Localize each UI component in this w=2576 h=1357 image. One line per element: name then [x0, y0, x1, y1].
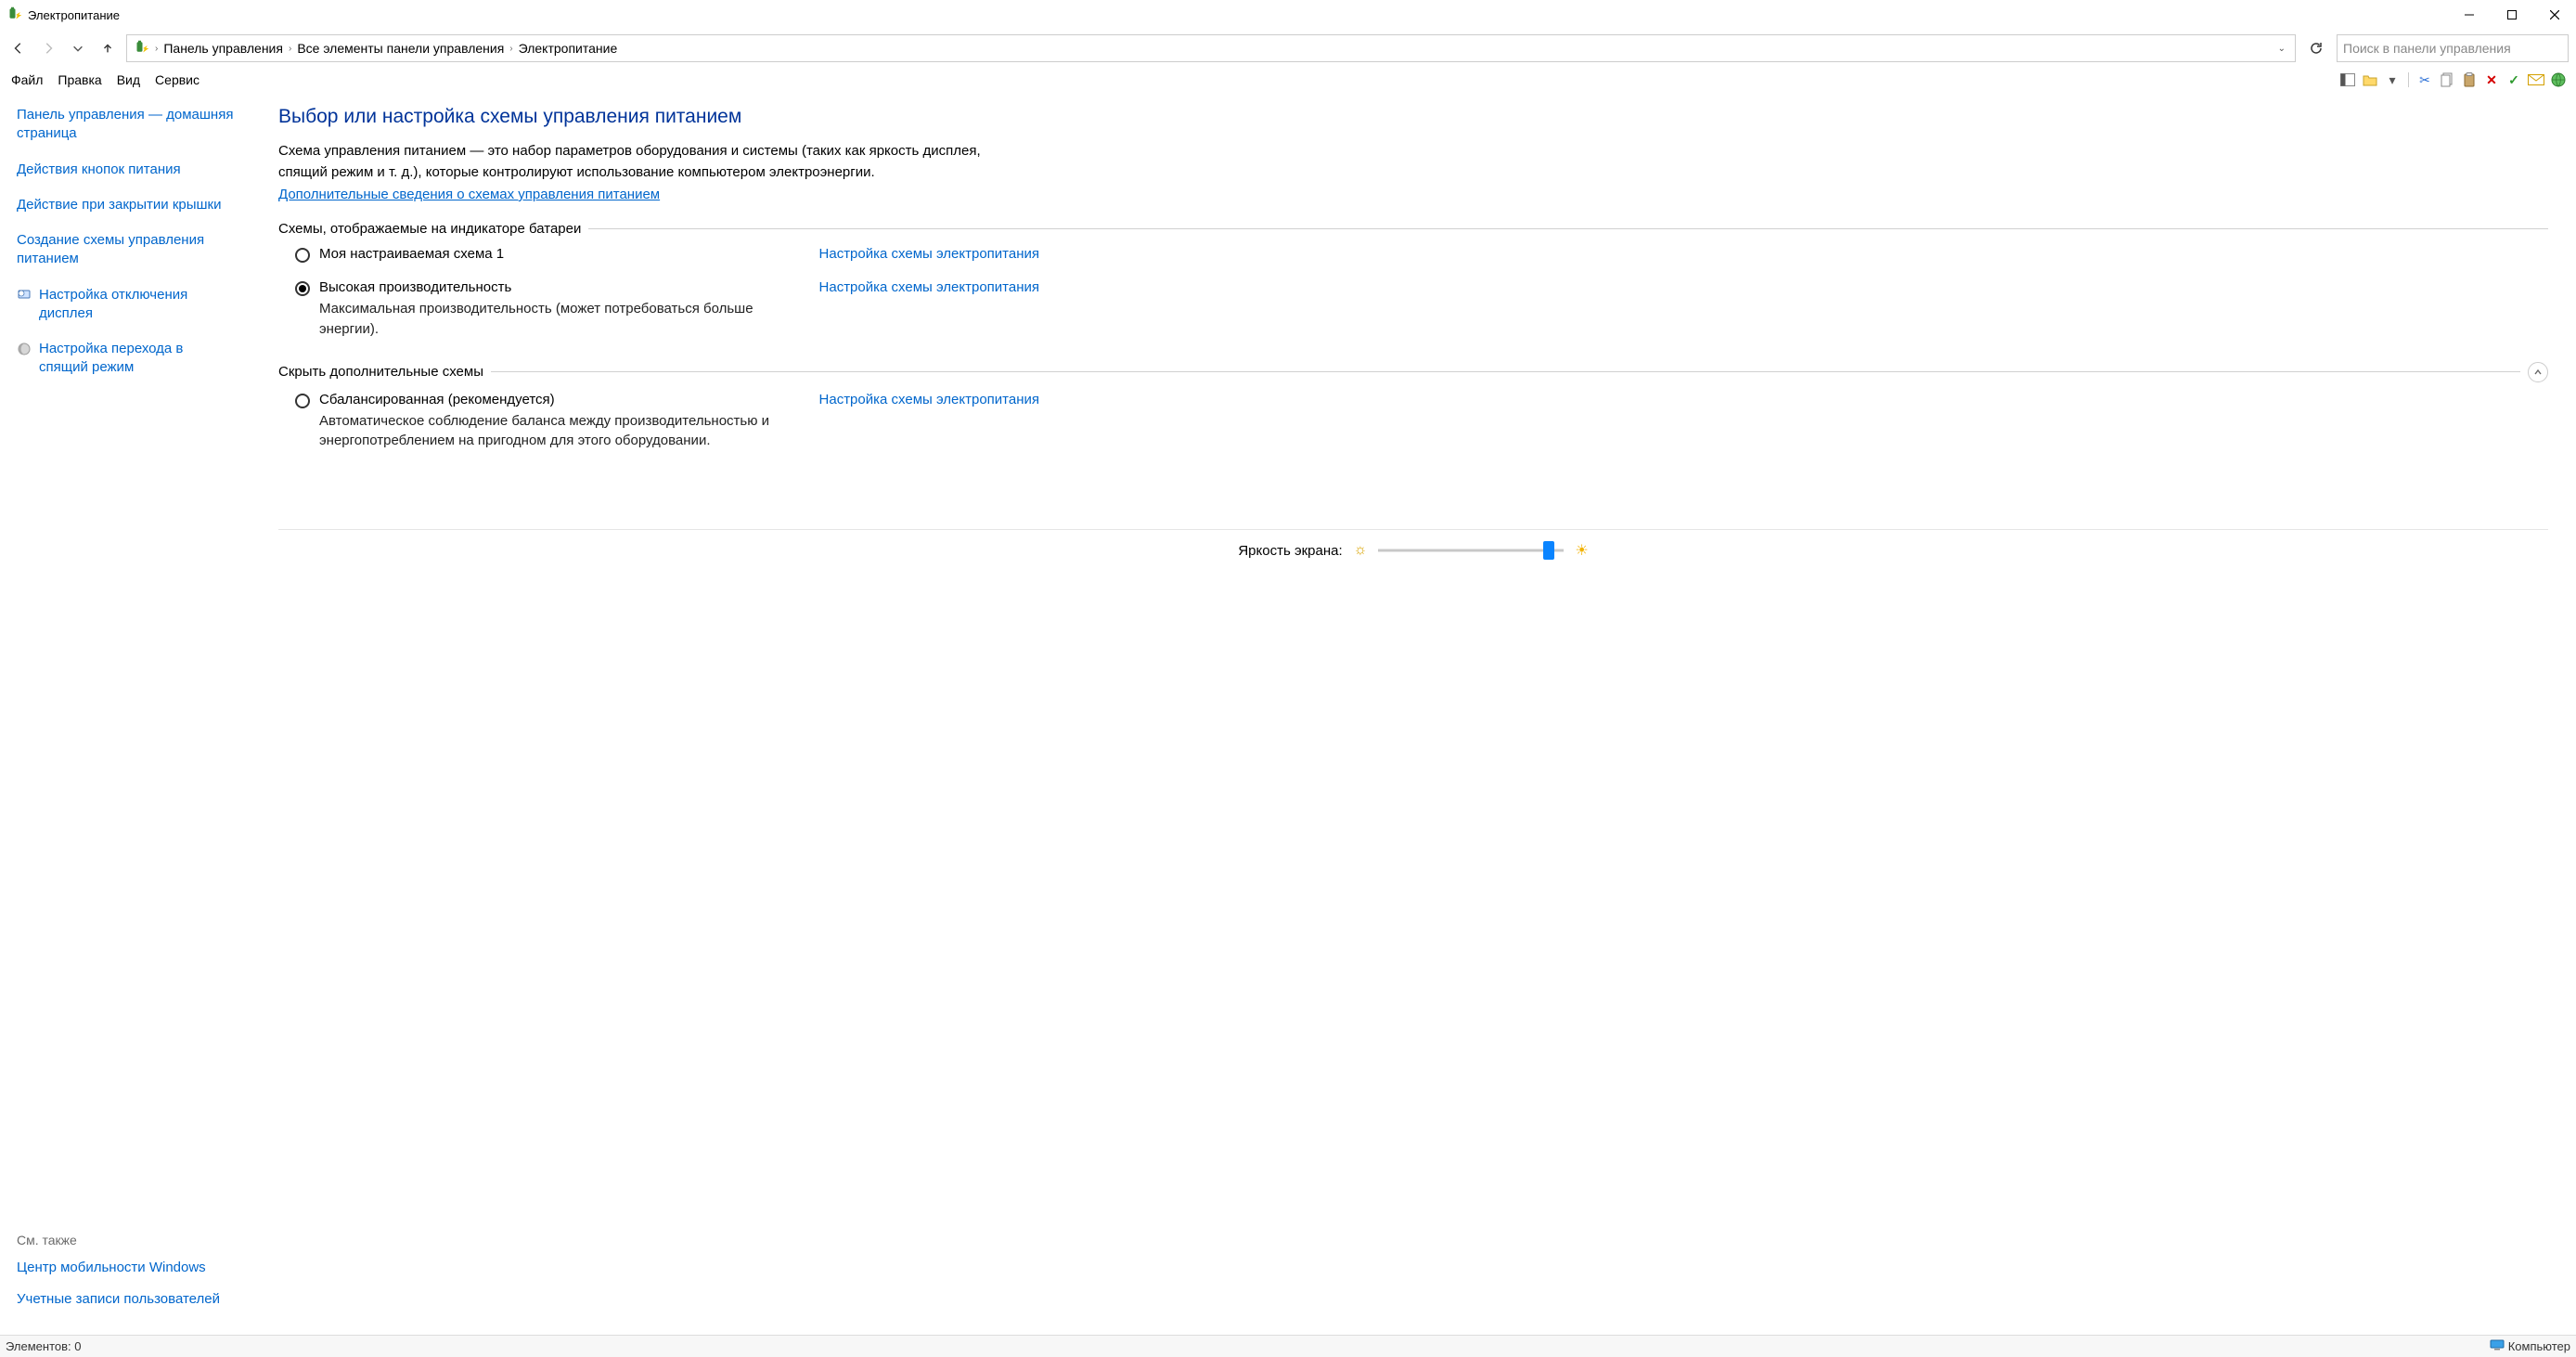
search-input[interactable] [2343, 41, 2562, 56]
sun-dim-icon: ☼ [1354, 542, 1368, 559]
sidebar-link-lid-action[interactable]: Действие при закрытии крышки [17, 196, 234, 214]
status-item-count: Элементов: 0 [6, 1339, 81, 1353]
menu-view[interactable]: Вид [109, 71, 148, 89]
globe-icon[interactable] [2550, 71, 2567, 88]
sidebar-link-power-buttons[interactable]: Действия кнопок питания [17, 161, 234, 179]
slider-thumb[interactable] [1543, 541, 1554, 560]
breadcrumb-item[interactable]: Все элементы панели управления [297, 41, 504, 56]
back-button[interactable] [7, 37, 30, 59]
status-location: Компьютер [2508, 1339, 2570, 1353]
maximize-button[interactable] [2491, 0, 2533, 30]
plan-name: Высокая производительность [319, 279, 810, 295]
group-battery-label: Схемы, отображаемые на индикаторе батаре… [278, 221, 581, 237]
cut-icon[interactable]: ✂ [2416, 71, 2433, 88]
learn-more-link[interactable]: Дополнительные сведения о схемах управле… [278, 187, 660, 202]
menu-service[interactable]: Сервис [148, 71, 207, 89]
close-button[interactable] [2533, 0, 2576, 30]
sidebar-home-link[interactable]: Панель управления — домашняя страница [17, 106, 234, 144]
brightness-control: Яркость экрана: ☼ ☀ [278, 541, 2548, 576]
sidebar-link-display-off[interactable]: Настройка отключения дисплея [17, 286, 234, 324]
see-also-user-accounts[interactable]: Учетные записи пользователей [17, 1290, 234, 1309]
brightness-label: Яркость экрана: [1238, 543, 1342, 559]
sidebar-link-create-plan[interactable]: Создание схемы управления питанием [17, 231, 234, 269]
breadcrumb-item[interactable]: Электропитание [519, 41, 618, 56]
radio-plan-high-perf[interactable] [295, 281, 310, 296]
copy-icon[interactable] [2439, 71, 2455, 88]
refresh-button[interactable] [2303, 35, 2329, 61]
window-title: Электропитание [28, 8, 120, 22]
breadcrumb-sep-icon[interactable]: › [289, 44, 291, 54]
folder-icon[interactable] [2362, 71, 2378, 88]
plan-settings-link[interactable]: Настройка схемы электропитания [819, 392, 1039, 407]
app-icon [6, 6, 22, 23]
sidebar-link-sleep[interactable]: Настройка перехода в спящий режим [17, 340, 234, 378]
plan-settings-link[interactable]: Настройка схемы электропитания [819, 279, 1039, 295]
toolbar-icons: ▾ ✂ ✕ ✓ [2339, 71, 2572, 88]
collapse-group-button[interactable] [2528, 362, 2548, 382]
breadcrumb-sep-icon[interactable]: › [509, 44, 512, 54]
navbar: › Панель управления › Все элементы панел… [0, 30, 2576, 67]
radio-plan-custom1[interactable] [295, 248, 310, 263]
breadcrumb-sep-icon[interactable]: › [155, 44, 158, 54]
address-bar[interactable]: › Панель управления › Все элементы панел… [126, 34, 2296, 62]
titlebar: Электропитание [0, 0, 2576, 30]
plan-settings-link[interactable]: Настройка схемы электропитания [819, 246, 1039, 262]
sidebar: Панель управления — домашняя страница Де… [0, 93, 251, 1335]
plan-name: Моя настраиваемая схема 1 [319, 246, 810, 262]
check-icon[interactable]: ✓ [2505, 71, 2522, 88]
group-extra-label: Скрыть дополнительные схемы [278, 364, 483, 380]
divider [278, 529, 2548, 530]
plan-row-balanced: Сбалансированная (рекомендуется) Автомат… [295, 392, 1039, 452]
main-content: Выбор или настройка схемы управления пит… [251, 93, 2576, 1335]
brightness-slider[interactable] [1378, 541, 1564, 560]
plan-desc: Максимальная производительность (может п… [319, 299, 810, 340]
computer-icon [2490, 1339, 2508, 1353]
menu-edit[interactable]: Правка [50, 71, 109, 89]
paste-icon[interactable] [2461, 71, 2478, 88]
recent-dropdown[interactable] [67, 37, 89, 59]
monitor-clock-icon [17, 288, 32, 303]
dropdown-icon[interactable]: ▾ [2384, 71, 2401, 88]
delete-icon[interactable]: ✕ [2483, 71, 2500, 88]
minimize-button[interactable] [2448, 0, 2491, 30]
see-also-mobility-center[interactable]: Центр мобильности Windows [17, 1259, 234, 1277]
address-dropdown[interactable]: ⌄ [2274, 44, 2289, 54]
forward-button[interactable] [37, 37, 59, 59]
plan-row-high-perf: Высокая производительность Максимальная … [295, 279, 1039, 340]
statusbar: Элементов: 0 Компьютер [0, 1335, 2576, 1357]
plan-name: Сбалансированная (рекомендуется) [319, 392, 810, 407]
panel-icon[interactable] [2339, 71, 2356, 88]
see-also-heading: См. также [17, 1233, 234, 1247]
mail-icon[interactable] [2528, 71, 2544, 88]
breadcrumb-item[interactable]: Панель управления [163, 41, 283, 56]
search-box[interactable] [2337, 34, 2569, 62]
divider [491, 371, 2520, 372]
address-icon [133, 40, 149, 57]
plan-desc: Автоматическое соблюдение баланса между … [319, 411, 810, 452]
page-heading: Выбор или настройка схемы управления пит… [278, 106, 2548, 128]
up-button[interactable] [97, 37, 119, 59]
intro-text: Схема управления питанием — это набор па… [278, 141, 1011, 183]
divider [588, 228, 2548, 229]
menu-file[interactable]: Файл [4, 71, 50, 89]
plan-row-custom1: Моя настраиваемая схема 1 Настройка схем… [295, 246, 1039, 263]
sun-bright-icon: ☀ [1575, 541, 1588, 560]
moon-icon [17, 342, 32, 356]
menubar: Файл Правка Вид Сервис ▾ ✂ ✕ ✓ [0, 67, 2576, 93]
radio-plan-balanced[interactable] [295, 394, 310, 408]
